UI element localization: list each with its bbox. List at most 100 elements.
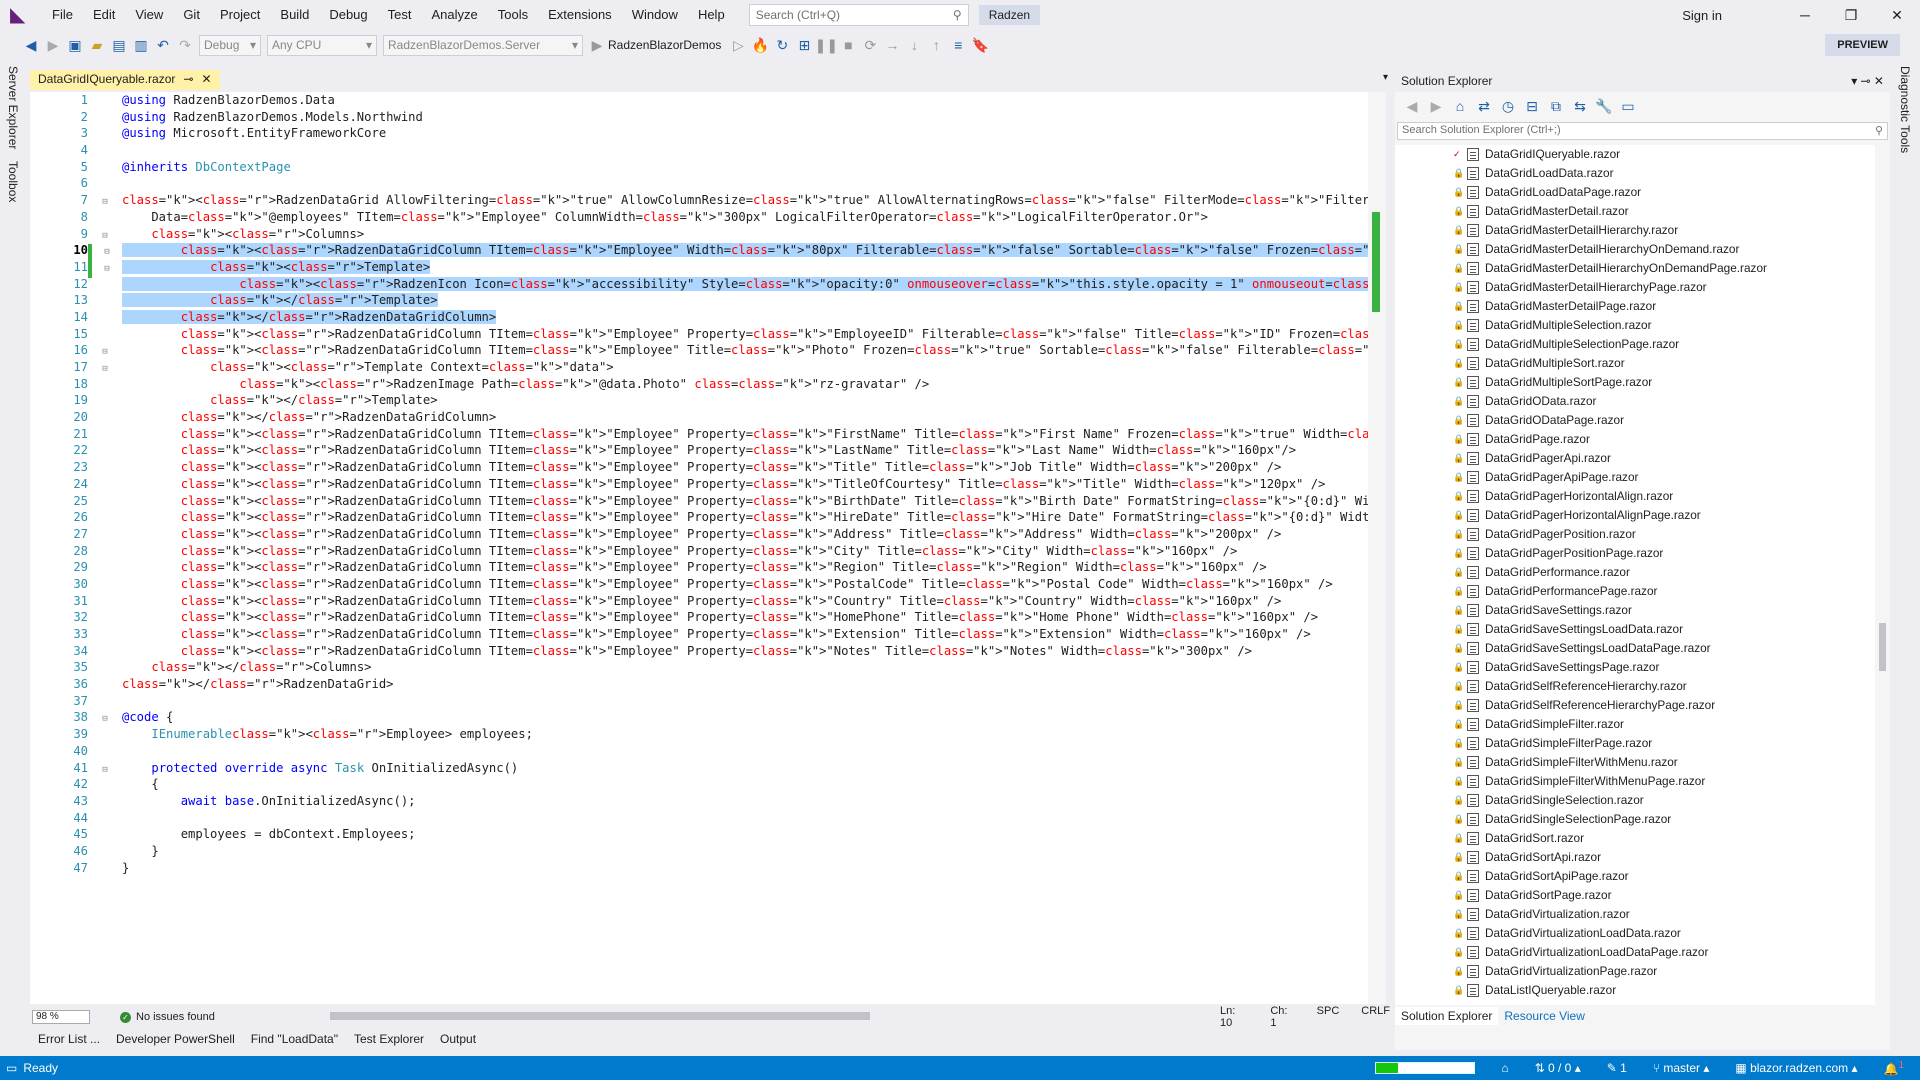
solution-file-item[interactable]: 🔒 DataGridSingleSelection.razor (1395, 791, 1875, 810)
menu-edit[interactable]: Edit (83, 0, 125, 30)
solution-file-item[interactable]: 🔒 DataGridSaveSettingsPage.razor (1395, 658, 1875, 677)
solution-file-item[interactable]: 🔒 DataGridMasterDetailHierarchyOnDemandPa… (1395, 259, 1875, 278)
solution-name-badge[interactable]: Radzen (978, 5, 1041, 25)
tab-solution-explorer[interactable]: Solution Explorer (1395, 1007, 1499, 1025)
tab-developer-powershell[interactable]: Developer PowerShell (108, 1032, 243, 1046)
solution-file-item[interactable]: 🔒 DataGridVirtualizationLoadData.razor (1395, 924, 1875, 943)
code-line[interactable]: 14 class="k"></class="r">RadzenDataGridC… (30, 309, 1370, 326)
run-icon[interactable]: ▶ (586, 34, 608, 56)
issues-indicator[interactable]: ✓ No issues found (120, 1011, 215, 1023)
code-line[interactable]: 42 { (30, 776, 1370, 793)
code-line[interactable]: 44 (30, 810, 1370, 827)
solution-file-item[interactable]: 🔒 DataGridPagerHorizontalAlign.razor (1395, 487, 1875, 506)
code-line[interactable]: 35 class="k"></class="r">Columns> (30, 659, 1370, 676)
solution-file-item[interactable]: 🔒 DataGridLoadData.razor (1395, 164, 1875, 183)
repository[interactable]: ▦ blazor.radzen.com ▴ (1735, 1061, 1857, 1075)
solution-file-item[interactable]: 🔒 DataGridPagerApiPage.razor (1395, 468, 1875, 487)
code-line[interactable]: 47} (30, 860, 1370, 877)
tab-dropdown-icon[interactable]: ▾ (1383, 72, 1388, 83)
code-line[interactable]: 23 class="k"><class="r">RadzenDataGridCo… (30, 459, 1370, 476)
solution-file-item[interactable]: 🔒 DataGridLoadDataPage.razor (1395, 183, 1875, 202)
solution-file-item[interactable]: 🔒 DataGridMasterDetail.razor (1395, 202, 1875, 221)
run-without-debug-icon[interactable]: ▷ (727, 34, 749, 56)
server-explorer-tab[interactable]: Server Explorer (0, 60, 26, 155)
code-line[interactable]: 17 ⊟ class="k"><class="r">Template Contex… (30, 359, 1370, 376)
code-line[interactable]: 46 } (30, 843, 1370, 860)
code-line[interactable]: 30 class="k"><class="r">RadzenDataGridCo… (30, 576, 1370, 593)
history-icon[interactable]: ◷ (1497, 95, 1519, 117)
menu-file[interactable]: File (42, 0, 83, 30)
code-line[interactable]: 4 (30, 142, 1370, 159)
solution-tree-scroll-thumb[interactable] (1879, 623, 1886, 671)
solution-file-item[interactable]: 🔒 DataGridVirtualization.razor (1395, 905, 1875, 924)
redo-icon[interactable]: ↷ (174, 34, 196, 56)
pause-icon[interactable]: ❚❚ (815, 34, 838, 56)
solution-file-item[interactable]: 🔒 DataGridMasterDetailPage.razor (1395, 297, 1875, 316)
code-line[interactable]: 40 (30, 743, 1370, 760)
code-line[interactable]: 36 class="k"></class="r">RadzenDataGrid> (30, 676, 1370, 693)
solution-file-item[interactable]: 🔒 DataGridSaveSettingsLoadDataPage.razor (1395, 639, 1875, 658)
tab-find-results[interactable]: Find "LoadData" (243, 1032, 346, 1046)
menu-extensions[interactable]: Extensions (538, 0, 622, 30)
solution-file-item[interactable]: 🔒 DataGridMasterDetailHierarchyOnDemand.r… (1395, 240, 1875, 259)
code-line[interactable]: 32 class="k"><class="r">RadzenDataGridCo… (30, 609, 1370, 626)
code-line[interactable]: 37 (30, 693, 1370, 710)
menu-build[interactable]: Build (270, 0, 319, 30)
code-line[interactable]: 26 class="k"><class="r">RadzenDataGridCo… (30, 509, 1370, 526)
menu-tools[interactable]: Tools (488, 0, 538, 30)
solution-file-item[interactable]: 🔒 DataGridODataPage.razor (1395, 411, 1875, 430)
code-line[interactable]: 10 ⊟ class="k"><class="r">RadzenDataGridC… (30, 242, 1370, 261)
step-out-icon[interactable]: ↑ (925, 34, 947, 56)
back-icon[interactable]: ◀ (20, 34, 42, 56)
code-line[interactable]: 39 IEnumerableclass="k"><class="r">Emplo… (30, 726, 1370, 743)
solution-tree-scrollbar[interactable] (1875, 145, 1890, 1005)
solution-file-item[interactable]: 🔒 DataGridSortApi.razor (1395, 848, 1875, 867)
solution-file-item[interactable]: 🔒 DataGridSimpleFilterPage.razor (1395, 734, 1875, 753)
code-line[interactable]: 28 class="k"><class="r">RadzenDataGridCo… (30, 543, 1370, 560)
switch-views-icon[interactable]: ⇄ (1473, 95, 1495, 117)
editor-vertical-scrollbar[interactable] (1368, 92, 1386, 1004)
toolbox-tab[interactable]: Toolbox (0, 155, 26, 208)
code-line[interactable]: 34 class="k"><class="r">RadzenDataGridCo… (30, 643, 1370, 660)
code-line[interactable]: 5 @inherits DbContextPage (30, 159, 1370, 176)
code-line[interactable]: 19 class="k"></class="r">Template> (30, 392, 1370, 409)
solution-file-item[interactable]: 🔒 DataGridSortApiPage.razor (1395, 867, 1875, 886)
solution-file-item[interactable]: ✓ DataGridIQueryable.razor (1395, 145, 1875, 164)
step-into-icon[interactable]: ↓ (903, 34, 925, 56)
sync-icon[interactable]: ⇆ (1569, 95, 1591, 117)
startup-project-select[interactable]: RadzenBlazorDemos.Server ▾ (383, 34, 583, 56)
solution-file-item[interactable]: 🔒 DataGridOData.razor (1395, 392, 1875, 411)
forward-icon[interactable]: ▶ (1425, 95, 1447, 117)
notifications-bell-icon[interactable]: ⌂ (1501, 1061, 1508, 1075)
code-line[interactable]: 29 class="k"><class="r">RadzenDataGridCo… (30, 559, 1370, 576)
solution-file-item[interactable]: 🔒 DataGridPerformance.razor (1395, 563, 1875, 582)
line-endings[interactable]: CRLF (1361, 1005, 1390, 1029)
git-changes[interactable]: ⇅ 0 / 0 ▴ (1535, 1061, 1581, 1075)
new-project-icon[interactable]: ▣ (64, 34, 86, 56)
code-line[interactable]: 9 ⊟ class="k"><class="r">Columns> (30, 226, 1370, 243)
solution-file-item[interactable]: 🔒 DataGridMasterDetailHierarchy.razor (1395, 221, 1875, 240)
tab-error-list[interactable]: Error List ... (30, 1032, 108, 1046)
save-all-icon[interactable]: ▥ (130, 34, 152, 56)
solution-file-item[interactable]: 🔒 DataGridSelfReferenceHierarchy.razor (1395, 677, 1875, 696)
preview-button[interactable]: PREVIEW (1825, 34, 1900, 56)
menu-test[interactable]: Test (378, 0, 422, 30)
solution-file-item[interactable]: 🔒 DataGridSort.razor (1395, 829, 1875, 848)
tab-output[interactable]: Output (432, 1032, 484, 1046)
forward-icon[interactable]: ▶ (42, 34, 64, 56)
solution-file-item[interactable]: 🔒 DataGridPagerHorizontalAlignPage.razor (1395, 506, 1875, 525)
menu-analyze[interactable]: Analyze (421, 0, 487, 30)
close-tab-icon[interactable]: ✕ (201, 72, 211, 86)
refresh-icon[interactable]: ↻ (771, 34, 793, 56)
solution-file-item[interactable]: 🔒 DataGridSaveSettings.razor (1395, 601, 1875, 620)
undo-icon[interactable]: ↶ (152, 34, 174, 56)
solution-file-item[interactable]: 🔒 DataGridSortPage.razor (1395, 886, 1875, 905)
indent-mode[interactable]: SPC (1317, 1005, 1340, 1029)
pending-edits[interactable]: ✎ 1 (1607, 1061, 1627, 1075)
panel-controls-icon[interactable]: ▾ ⊸ ✕ (1851, 74, 1884, 88)
save-icon[interactable]: ▤ (108, 34, 130, 56)
solution-file-item[interactable]: 🔒 DataGridSimpleFilter.razor (1395, 715, 1875, 734)
solution-file-item[interactable]: 🔒 DataGridPerformancePage.razor (1395, 582, 1875, 601)
configuration-select[interactable]: Debug ▾ (199, 34, 261, 56)
solution-file-item[interactable]: 🔒 DataGridVirtualizationPage.razor (1395, 962, 1875, 981)
